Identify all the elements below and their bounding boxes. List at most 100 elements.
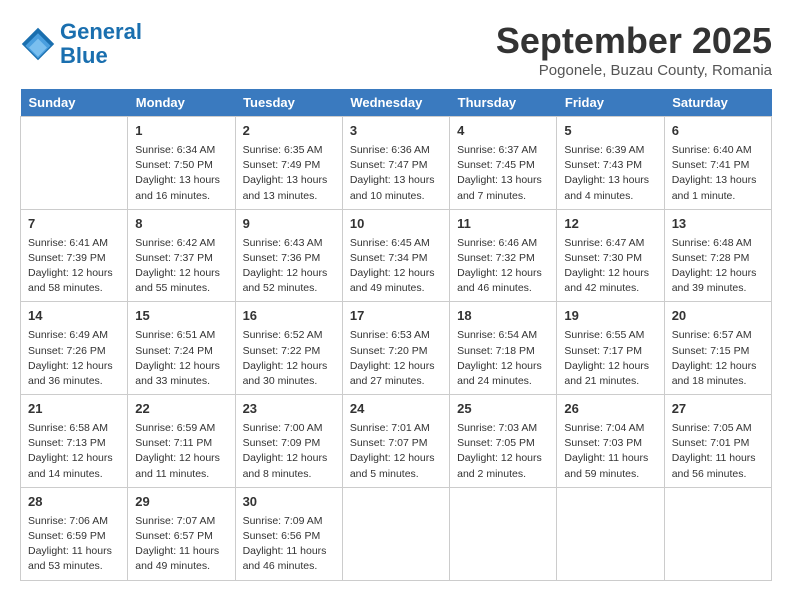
day-cell: 5 Sunrise: 6:39 AM Sunset: 7:43 PM Daylig… [557,117,664,210]
day-number: 1 [135,122,227,141]
day-number: 15 [135,307,227,326]
day-info: Sunrise: 6:54 AM Sunset: 7:18 PM Dayligh… [457,328,549,389]
week-row-1: 7Sunrise: 6:41 AM Sunset: 7:39 PM Daylig… [21,209,772,302]
day-cell: 29Sunrise: 7:07 AM Sunset: 6:57 PM Dayli… [128,487,235,580]
day-info: Sunrise: 6:47 AM Sunset: 7:30 PM Dayligh… [564,236,656,297]
logo-line1: General [60,19,142,44]
day-cell: 28Sunrise: 7:06 AM Sunset: 6:59 PM Dayli… [21,487,128,580]
day-info: Sunrise: 6:58 AM Sunset: 7:13 PM Dayligh… [28,421,120,482]
day-number: 18 [457,307,549,326]
day-number: 26 [564,400,656,419]
day-info: Sunrise: 6:51 AM Sunset: 7:24 PM Dayligh… [135,328,227,389]
header-row: SundayMondayTuesdayWednesdayThursdayFrid… [21,89,772,117]
day-info: Sunrise: 7:05 AM Sunset: 7:01 PM Dayligh… [672,421,764,482]
day-info: Sunrise: 7:04 AM Sunset: 7:03 PM Dayligh… [564,421,656,482]
day-cell: 10 Sunrise: 6:45 AM Sunset: 7:34 PM Dayli… [342,209,449,302]
day-info: Sunrise: 6:39 AM Sunset: 7:43 PM Dayligh… [564,143,656,204]
day-cell: 24 Sunrise: 7:01 AM Sunset: 7:07 PM Dayli… [342,395,449,488]
day-cell: 6Sunrise: 6:40 AM Sunset: 7:41 PM Daylig… [664,117,771,210]
week-row-4: 28Sunrise: 7:06 AM Sunset: 6:59 PM Dayli… [21,487,772,580]
day-info: Sunrise: 6:46 AM Sunset: 7:32 PM Dayligh… [457,236,549,297]
day-cell: 22 Sunrise: 6:59 AM Sunset: 7:11 PM Dayli… [128,395,235,488]
day-cell: 14Sunrise: 6:49 AM Sunset: 7:26 PM Dayli… [21,302,128,395]
week-row-0: 1 Sunrise: 6:34 AM Sunset: 7:50 PM Daylig… [21,117,772,210]
calendar-body: 1 Sunrise: 6:34 AM Sunset: 7:50 PM Daylig… [21,117,772,581]
day-cell: 19Sunrise: 6:55 AM Sunset: 7:17 PM Dayli… [557,302,664,395]
day-number: 5 [564,122,656,141]
day-cell: 23Sunrise: 7:00 AM Sunset: 7:09 PM Dayli… [235,395,342,488]
day-cell: 12 Sunrise: 6:47 AM Sunset: 7:30 PM Dayli… [557,209,664,302]
day-number: 11 [457,215,549,234]
day-number: 10 [350,215,442,234]
day-number: 4 [457,122,549,141]
month-title: September 2025 [496,20,772,62]
day-number: 6 [672,122,764,141]
day-cell: 11 Sunrise: 6:46 AM Sunset: 7:32 PM Dayli… [450,209,557,302]
day-number: 28 [28,493,120,512]
day-info: Sunrise: 6:35 AM Sunset: 7:49 PM Dayligh… [243,143,335,204]
day-number: 16 [243,307,335,326]
week-row-3: 21 Sunrise: 6:58 AM Sunset: 7:13 PM Dayli… [21,395,772,488]
day-info: Sunrise: 6:59 AM Sunset: 7:11 PM Dayligh… [135,421,227,482]
logo-icon [20,26,56,62]
day-info: Sunrise: 6:52 AM Sunset: 7:22 PM Dayligh… [243,328,335,389]
day-number: 17 [350,307,442,326]
day-number: 7 [28,215,120,234]
day-info: Sunrise: 7:07 AM Sunset: 6:57 PM Dayligh… [135,514,227,575]
location: Pogonele, Buzau County, Romania [496,62,772,79]
logo-line2: Blue [60,43,108,68]
day-cell: 27 Sunrise: 7:05 AM Sunset: 7:01 PM Dayli… [664,395,771,488]
day-number: 24 [350,400,442,419]
day-info: Sunrise: 6:43 AM Sunset: 7:36 PM Dayligh… [243,236,335,297]
day-number: 30 [243,493,335,512]
day-number: 8 [135,215,227,234]
day-cell: 3Sunrise: 6:36 AM Sunset: 7:47 PM Daylig… [342,117,449,210]
header-day-friday: Friday [557,89,664,117]
day-info: Sunrise: 7:09 AM Sunset: 6:56 PM Dayligh… [243,514,335,575]
day-number: 9 [243,215,335,234]
day-info: Sunrise: 6:55 AM Sunset: 7:17 PM Dayligh… [564,328,656,389]
header-day-wednesday: Wednesday [342,89,449,117]
header-day-tuesday: Tuesday [235,89,342,117]
day-cell: 18 Sunrise: 6:54 AM Sunset: 7:18 PM Dayli… [450,302,557,395]
week-row-2: 14Sunrise: 6:49 AM Sunset: 7:26 PM Dayli… [21,302,772,395]
day-info: Sunrise: 6:45 AM Sunset: 7:34 PM Dayligh… [350,236,442,297]
day-info: Sunrise: 7:01 AM Sunset: 7:07 PM Dayligh… [350,421,442,482]
day-number: 13 [672,215,764,234]
day-cell: 25Sunrise: 7:03 AM Sunset: 7:05 PM Dayli… [450,395,557,488]
day-cell: 15 Sunrise: 6:51 AM Sunset: 7:24 PM Dayli… [128,302,235,395]
day-cell [21,117,128,210]
title-block: September 2025 Pogonele, Buzau County, R… [496,20,772,79]
day-cell: 16 Sunrise: 6:52 AM Sunset: 7:22 PM Dayli… [235,302,342,395]
header-day-sunday: Sunday [21,89,128,117]
calendar-table: SundayMondayTuesdayWednesdayThursdayFrid… [20,89,772,581]
day-cell [342,487,449,580]
day-info: Sunrise: 6:48 AM Sunset: 7:28 PM Dayligh… [672,236,764,297]
day-number: 12 [564,215,656,234]
day-cell: 9 Sunrise: 6:43 AM Sunset: 7:36 PM Daylig… [235,209,342,302]
day-cell: 17Sunrise: 6:53 AM Sunset: 7:20 PM Dayli… [342,302,449,395]
logo-text: General Blue [60,20,142,68]
day-info: Sunrise: 6:49 AM Sunset: 7:26 PM Dayligh… [28,328,120,389]
day-cell: 30 Sunrise: 7:09 AM Sunset: 6:56 PM Dayli… [235,487,342,580]
day-number: 20 [672,307,764,326]
day-number: 2 [243,122,335,141]
logo: General Blue [20,20,142,68]
day-cell [664,487,771,580]
calendar-header: SundayMondayTuesdayWednesdayThursdayFrid… [21,89,772,117]
page-header: General Blue September 2025 Pogonele, Bu… [20,20,772,79]
day-info: Sunrise: 6:34 AM Sunset: 7:50 PM Dayligh… [135,143,227,204]
day-number: 3 [350,122,442,141]
day-info: Sunrise: 6:57 AM Sunset: 7:15 PM Dayligh… [672,328,764,389]
day-cell: 26 Sunrise: 7:04 AM Sunset: 7:03 PM Dayli… [557,395,664,488]
day-number: 22 [135,400,227,419]
day-number: 21 [28,400,120,419]
day-number: 27 [672,400,764,419]
day-cell: 2 Sunrise: 6:35 AM Sunset: 7:49 PM Daylig… [235,117,342,210]
header-day-thursday: Thursday [450,89,557,117]
header-day-monday: Monday [128,89,235,117]
day-cell: 20 Sunrise: 6:57 AM Sunset: 7:15 PM Dayli… [664,302,771,395]
day-cell: 13 Sunrise: 6:48 AM Sunset: 7:28 PM Dayli… [664,209,771,302]
day-cell [450,487,557,580]
day-cell [557,487,664,580]
